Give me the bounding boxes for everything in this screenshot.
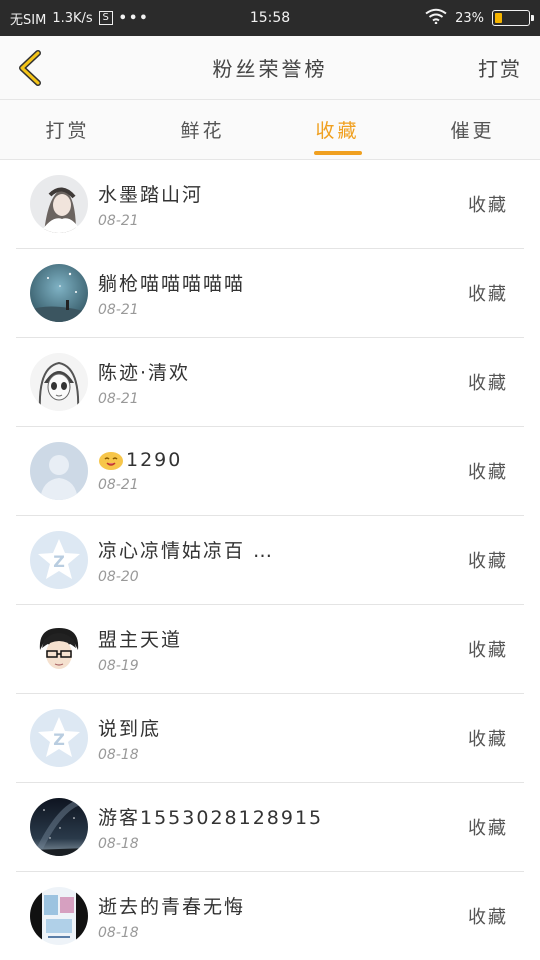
fan-list: 水墨踏山河 08-21 收藏 躺枪喵喵喵喵喵 08-21 收藏 陈迹·清欢 08…	[0, 160, 540, 960]
collect-date: 08-21	[98, 301, 139, 318]
list-item[interactable]: Z 凉心凉情姑凉百 … 08-20 收藏	[16, 516, 524, 605]
collect-date: 08-20	[98, 568, 139, 585]
collect-date: 08-21	[98, 390, 139, 407]
tab-urge[interactable]: 催更	[405, 100, 540, 159]
collect-date: 08-21	[98, 477, 139, 493]
user-name: 盟主天道	[98, 628, 183, 651]
avatar-anime-boy[interactable]	[30, 620, 88, 678]
avatar-blue-night[interactable]	[30, 264, 88, 322]
avatar-qq-default[interactable]: Z	[30, 709, 88, 767]
battery-level	[495, 13, 503, 23]
smile-emoji-icon	[99, 452, 123, 470]
battery-percent: 23%	[455, 10, 484, 26]
collect-date: 08-18	[98, 924, 139, 941]
s-notification-icon: S	[98, 11, 113, 25]
battery-icon	[492, 10, 534, 26]
page-title: 粉丝荣誉榜	[212, 57, 328, 81]
back-arrow-icon	[19, 49, 41, 86]
row-action-label: 收藏	[468, 640, 508, 661]
user-name: 凉心凉情姑凉百 …	[98, 539, 275, 562]
row-action-label: 收藏	[468, 462, 508, 483]
user-name: 游客1553028128915	[98, 806, 324, 829]
user-name: 逝去的青春无悔	[98, 895, 246, 918]
avatar-default-person[interactable]	[30, 442, 88, 500]
avatar-poster[interactable]	[30, 887, 88, 945]
avatar-girl-ink[interactable]	[30, 175, 88, 233]
status-bar: 无SIM 1.3K/s S ••• 15:58 23%	[0, 0, 540, 36]
svg-text:Z: Z	[53, 730, 65, 749]
row-action-label: 收藏	[468, 818, 508, 839]
carrier-text: 无SIM	[10, 12, 47, 28]
list-item[interactable]: 逝去的青春无悔 08-18 收藏	[16, 872, 524, 960]
collect-date: 08-19	[98, 657, 139, 674]
tab-flowers[interactable]: 鲜花	[135, 100, 270, 159]
collect-date: 08-18	[98, 835, 139, 852]
list-item[interactable]: 水墨踏山河 08-21 收藏	[16, 160, 524, 249]
status-right: 23%	[425, 8, 534, 28]
row-action-label: 收藏	[468, 195, 508, 216]
svg-text:Z: Z	[53, 552, 65, 571]
top-bar: 粉丝荣誉榜 打赏	[0, 36, 540, 100]
tab-bar: 打赏 鲜花 收藏 催更	[0, 100, 540, 160]
user-name: 水墨踏山河	[98, 183, 204, 206]
user-name: 陈迹·清欢	[98, 361, 191, 384]
tab-collect[interactable]: 收藏	[270, 100, 405, 159]
avatar-qq-default[interactable]: Z	[30, 531, 88, 589]
more-notifications-icon: •••	[118, 10, 150, 26]
collect-date: 08-18	[98, 746, 139, 763]
avatar-starry-sky[interactable]	[30, 798, 88, 856]
collect-date: 08-21	[98, 212, 139, 229]
row-action-label: 收藏	[468, 551, 508, 572]
avatar-sketch-girl[interactable]	[30, 353, 88, 411]
list-item[interactable]: 游客1553028128915 08-18 收藏	[16, 783, 524, 872]
user-name: 躺枪喵喵喵喵喵	[98, 272, 246, 295]
list-item[interactable]: 躺枪喵喵喵喵喵 08-21 收藏	[16, 249, 524, 338]
user-name: 1290	[98, 449, 182, 471]
list-item[interactable]: Z 说到底 08-18 收藏	[16, 694, 524, 783]
list-item[interactable]: 陈迹·清欢 08-21 收藏	[16, 338, 524, 427]
row-action-label: 收藏	[468, 284, 508, 305]
list-item[interactable]: 盟主天道 08-19 收藏	[16, 605, 524, 694]
list-item[interactable]: 1290 08-21 收藏	[16, 427, 524, 516]
row-action-label: 收藏	[468, 729, 508, 750]
reward-button[interactable]: 打赏	[478, 53, 522, 82]
network-speed: 1.3K/s	[52, 10, 93, 26]
back-button[interactable]	[0, 36, 60, 100]
tab-reward[interactable]: 打赏	[0, 100, 135, 159]
row-action-label: 收藏	[468, 907, 508, 928]
user-name: 说到底	[98, 717, 162, 740]
wifi-icon	[425, 8, 447, 28]
status-left: 无SIM 1.3K/s S •••	[10, 9, 150, 28]
row-action-label: 收藏	[468, 373, 508, 394]
user-name-text: 1290	[126, 449, 183, 471]
